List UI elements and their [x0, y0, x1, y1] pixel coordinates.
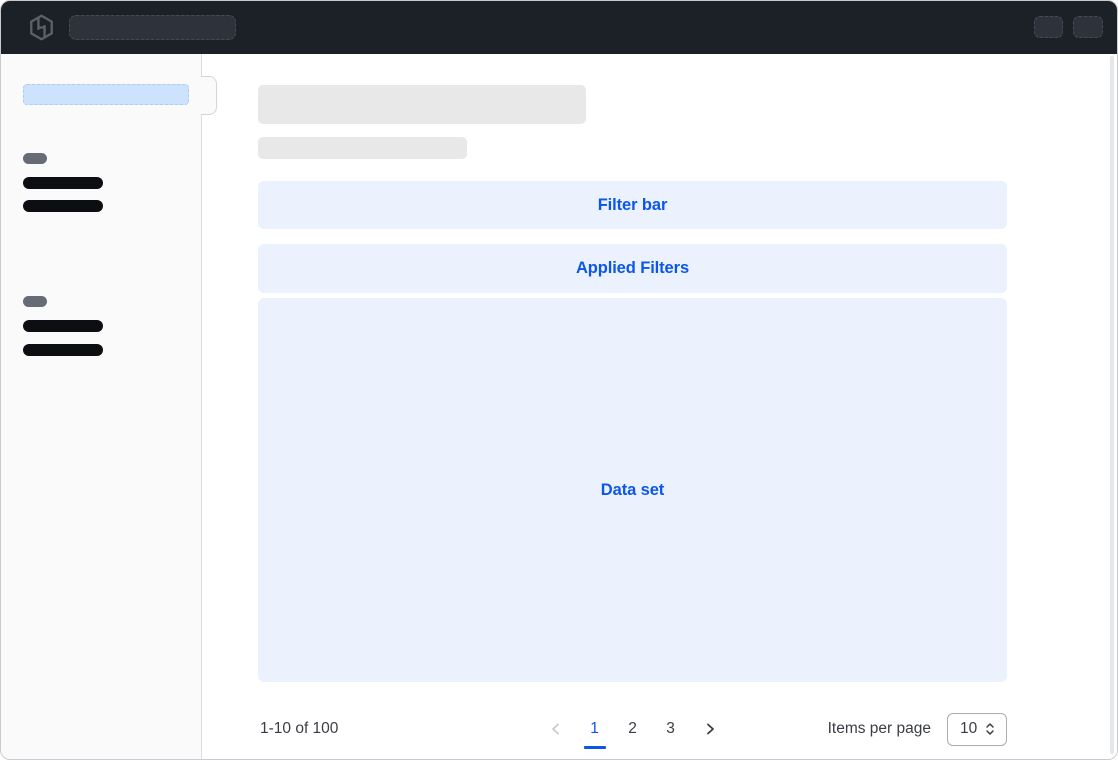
main-content: Filter bar Applied Filters Data set 1-10…: [203, 54, 1117, 759]
pagination-next-button[interactable]: [697, 716, 723, 742]
topbar-action-skeleton-1[interactable]: [1034, 16, 1063, 38]
topbar-action-skeleton-2[interactable]: [1073, 16, 1103, 38]
sidebar-nav-item-skeleton[interactable]: [23, 320, 103, 332]
sidebar-active-item-skeleton[interactable]: [23, 84, 189, 105]
data-set-region: Data set: [258, 298, 1007, 682]
items-per-page-label: Items per page: [828, 720, 931, 738]
sidebar-section-label-skeleton: [23, 153, 47, 164]
filter-bar-label: Filter bar: [598, 196, 668, 215]
page-title-skeleton: [258, 85, 586, 124]
select-caret-icon: [984, 722, 996, 736]
sidebar-nav-item-skeleton[interactable]: [23, 200, 103, 212]
sidebar-collapse-toggle[interactable]: [201, 76, 217, 115]
pagination-pager: 1 2 3: [543, 716, 723, 742]
pagination-bar: 1-10 of 100 1 2 3 Items per page: [258, 701, 1007, 757]
filter-bar-region: Filter bar: [258, 181, 1007, 229]
items-per-page-control: Items per page 10: [828, 713, 1007, 746]
pagination-prev-button[interactable]: [543, 716, 569, 742]
applied-filters-region: Applied Filters: [258, 244, 1007, 293]
sidebar-section-label-skeleton: [23, 296, 47, 307]
chevron-left-icon: [548, 721, 564, 737]
search-placeholder-skeleton[interactable]: [69, 15, 236, 40]
pagination-page-2[interactable]: 2: [621, 716, 645, 742]
sidebar-nav-item-skeleton[interactable]: [23, 177, 103, 189]
applied-filters-label: Applied Filters: [576, 259, 689, 278]
chevron-right-icon: [702, 721, 718, 737]
items-per-page-select[interactable]: 10: [947, 713, 1007, 746]
top-navigation-bar: [1, 1, 1117, 54]
scrollbar-track[interactable]: [1110, 56, 1114, 754]
page-subtitle-skeleton: [258, 137, 467, 159]
sidebar-nav-item-skeleton[interactable]: [23, 344, 103, 356]
sidebar: [1, 54, 202, 759]
hashicorp-logo-icon: [27, 13, 56, 42]
data-set-label: Data set: [601, 481, 664, 500]
pagination-page-3[interactable]: 3: [659, 716, 683, 742]
pagination-range-text: 1-10 of 100: [260, 720, 338, 738]
pagination-page-1[interactable]: 1: [583, 716, 607, 742]
app-window: Filter bar Applied Filters Data set 1-10…: [0, 0, 1118, 760]
items-per-page-value: 10: [960, 720, 977, 738]
